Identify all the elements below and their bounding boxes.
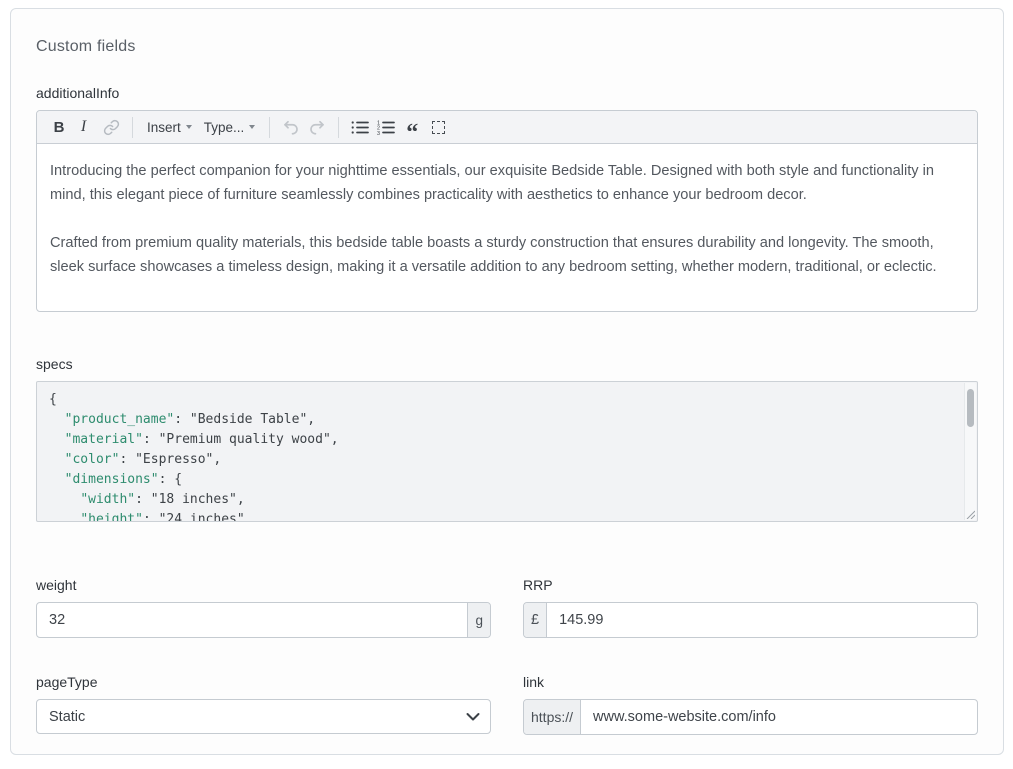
card-title: Custom fields: [36, 38, 978, 56]
code-line: "product_name": "Bedside Table",: [49, 410, 964, 430]
link-input[interactable]: [581, 700, 977, 734]
code-line: {: [49, 390, 964, 410]
blockquote-button[interactable]: “: [399, 114, 425, 140]
insert-dropdown-label: Insert: [147, 120, 181, 135]
chevron-down-icon: [249, 125, 255, 129]
editor-paragraph: Introducing the perfect companion for yo…: [50, 159, 964, 207]
type-dropdown-label: Type...: [204, 120, 245, 135]
code-line: "material": "Premium quality wood",: [49, 430, 964, 450]
specs-label: specs: [36, 356, 978, 372]
chevron-down-icon: [186, 125, 192, 129]
code-line: "height": "24 inches",: [49, 510, 964, 522]
type-dropdown[interactable]: Type...: [198, 114, 262, 140]
bullet-list-button[interactable]: [347, 114, 373, 140]
code-line: "color": "Espresso",: [49, 450, 964, 470]
weight-input-group: g: [36, 602, 491, 638]
specs-code-editor[interactable]: { "product_name": "Bedside Table", "mate…: [36, 381, 978, 522]
italic-button[interactable]: I: [72, 114, 98, 140]
custom-fields-card: Custom fields additionalInfo B I Insert …: [10, 8, 1004, 755]
toolbar-separator: [269, 117, 270, 138]
undo-button[interactable]: [278, 114, 304, 140]
rrp-input[interactable]: [547, 603, 977, 637]
scrollbar-thumb[interactable]: [967, 389, 974, 427]
weight-unit-addon: g: [467, 603, 490, 637]
bold-button[interactable]: B: [46, 114, 72, 140]
protocol-addon: https://: [524, 700, 581, 734]
link-input-group: https://: [523, 699, 978, 735]
bullet-list-icon: [351, 120, 369, 135]
editor-content-area[interactable]: Introducing the perfect companion for yo…: [37, 144, 977, 311]
link-button[interactable]: [98, 114, 124, 140]
frame-button[interactable]: [425, 114, 451, 140]
redo-button[interactable]: [304, 114, 330, 140]
link-icon: [103, 119, 120, 136]
weight-input[interactable]: [37, 603, 467, 637]
undo-icon: [282, 119, 300, 135]
rrp-label: RRP: [523, 577, 978, 593]
editor-toolbar: B I Insert Type...: [37, 111, 977, 144]
additional-info-label: additionalInfo: [36, 85, 978, 101]
toolbar-separator: [132, 117, 133, 138]
vertical-scrollbar[interactable]: [964, 383, 976, 520]
rich-text-editor: B I Insert Type...: [36, 110, 978, 312]
dashed-frame-icon: [432, 121, 445, 134]
numbered-list-icon: 1 2 3: [377, 120, 395, 135]
link-label: link: [523, 674, 978, 690]
page-type-select[interactable]: Static: [36, 699, 491, 734]
currency-addon: £: [524, 603, 547, 637]
specs-code-content: { "product_name": "Bedside Table", "mate…: [37, 382, 964, 521]
redo-icon: [308, 119, 326, 135]
resize-grip-icon[interactable]: [965, 509, 975, 519]
insert-dropdown[interactable]: Insert: [141, 114, 198, 140]
page-type-label: pageType: [36, 674, 491, 690]
rrp-input-group: £: [523, 602, 978, 638]
code-line: "width": "18 inches",: [49, 490, 964, 510]
editor-paragraph: Crafted from premium quality materials, …: [50, 231, 964, 279]
toolbar-separator: [338, 117, 339, 138]
code-line: "dimensions": {: [49, 470, 964, 490]
numbered-list-button[interactable]: 1 2 3: [373, 114, 399, 140]
svg-text:3: 3: [377, 130, 380, 134]
weight-label: weight: [36, 577, 491, 593]
